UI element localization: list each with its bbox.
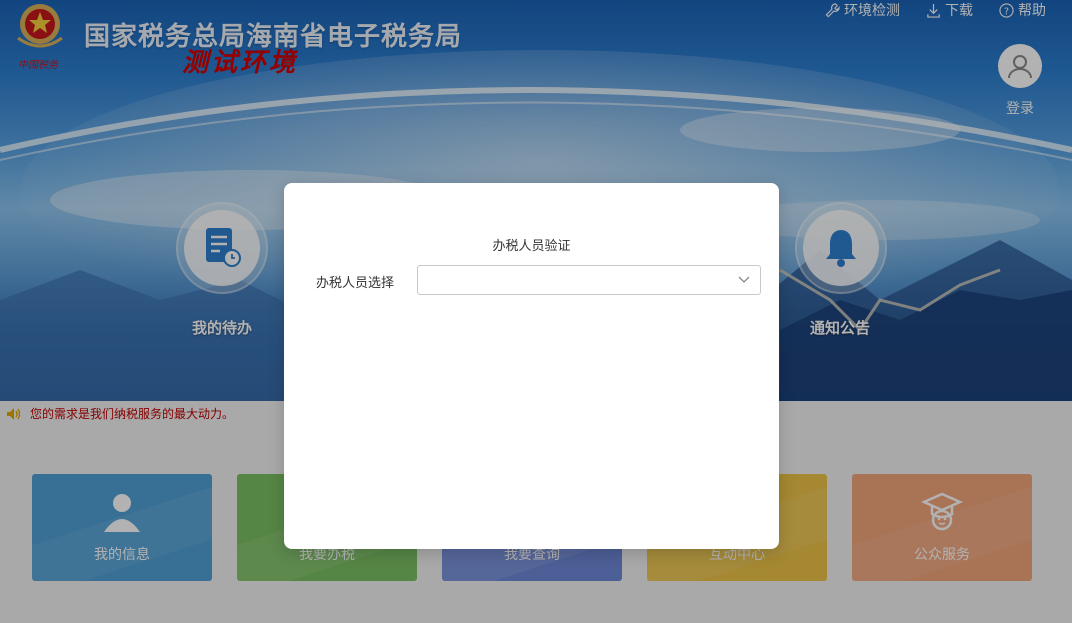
- chevron-down-icon: [738, 276, 750, 283]
- dialog-title: 办税人员验证: [492, 239, 571, 254]
- taxpayer-select[interactable]: [417, 265, 761, 295]
- taxpayer-verification-dialog: 办税人员验证 办税人员选择: [284, 183, 779, 549]
- taxpayer-select-label: 办税人员选择: [316, 276, 395, 291]
